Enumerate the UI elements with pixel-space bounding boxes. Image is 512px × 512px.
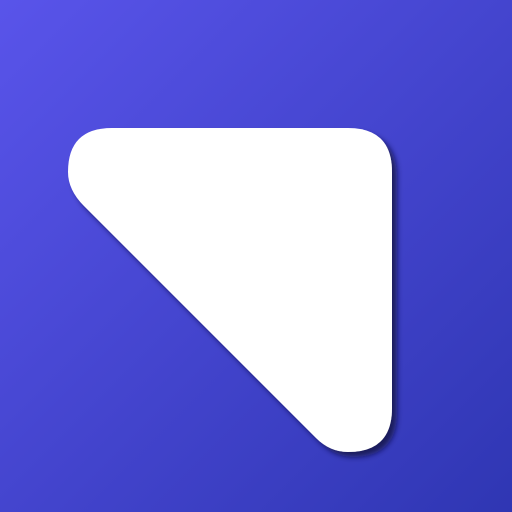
app-icon-graphic: [0, 0, 512, 512]
app-icon-canvas: [0, 0, 512, 512]
